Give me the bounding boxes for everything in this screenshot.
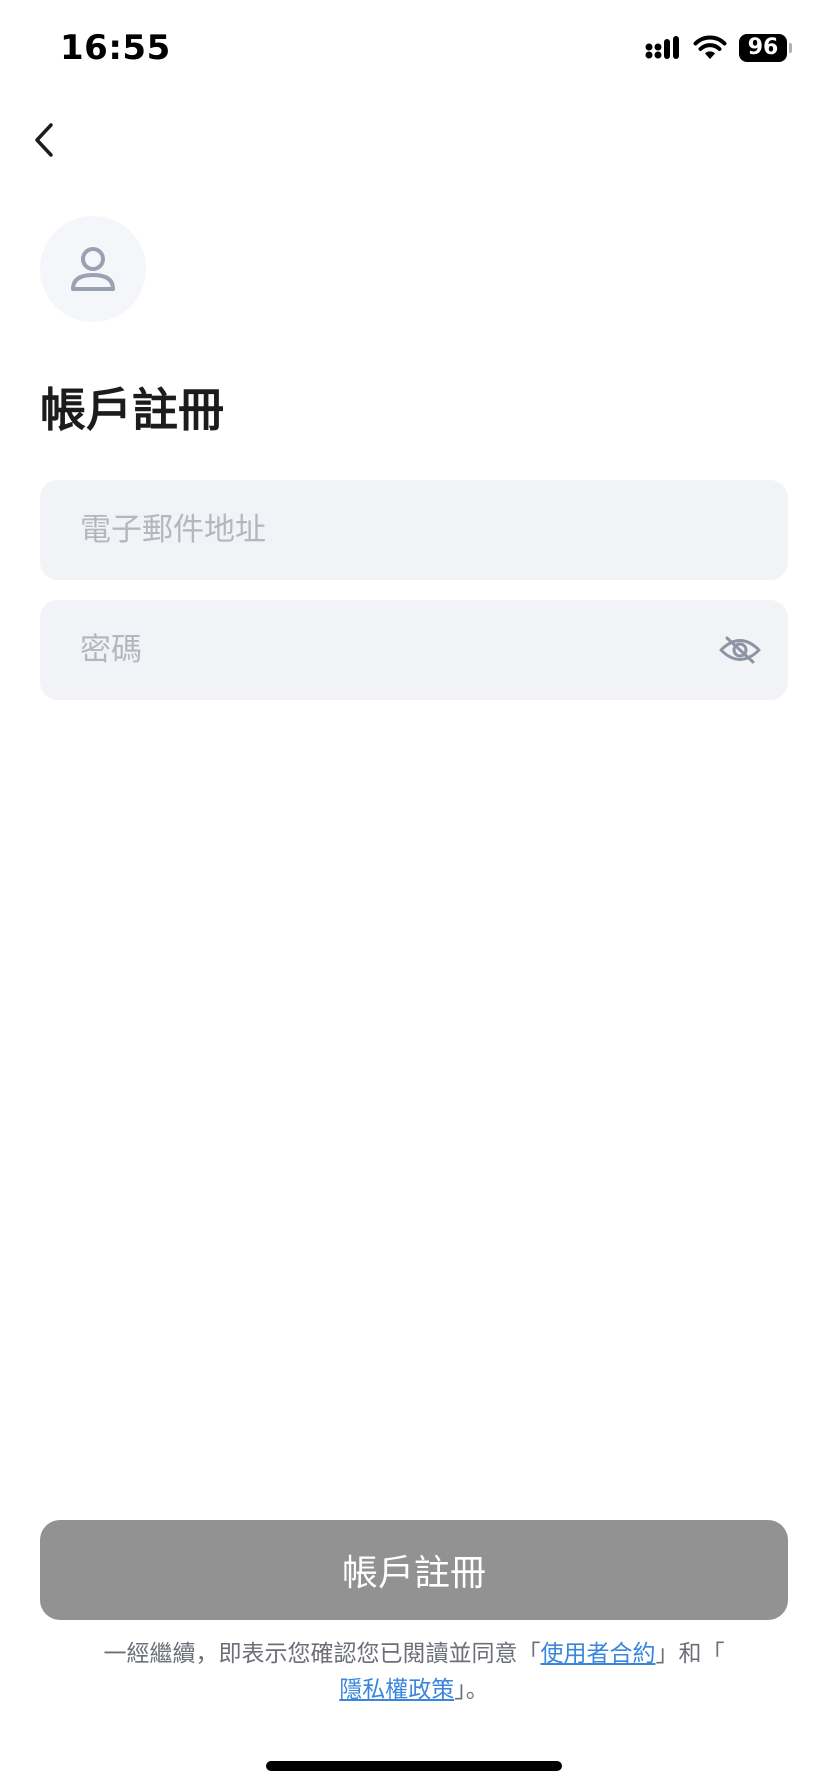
battery-tip [789, 43, 792, 53]
status-icons: 96 [645, 34, 792, 62]
email-field[interactable] [40, 480, 788, 580]
privacy-policy-link[interactable]: 隱私權政策 [339, 1677, 454, 1703]
terms-prefix: 一經繼續，即表示您確認您已閱讀並同意「 [103, 1641, 541, 1667]
terms-notice: 一經繼續，即表示您確認您已閱讀並同意「使用者合約」和「隱私權政策」。 [40, 1636, 788, 1708]
page-title: 帳戶註冊 [40, 383, 224, 437]
status-time: 16:55 [60, 28, 171, 68]
register-button[interactable]: 帳戶註冊 [40, 1520, 788, 1620]
email-field-container[interactable] [40, 480, 788, 580]
user-agreement-link[interactable]: 使用者合約 [541, 1641, 656, 1667]
signal-icon [645, 36, 679, 59]
terms-suffix: 」。 [454, 1677, 489, 1703]
password-field-container[interactable] [40, 600, 788, 700]
chevron-left-icon [35, 123, 53, 157]
battery-level: 96 [739, 34, 787, 62]
home-indicator [266, 1761, 562, 1771]
terms-middle: 」和「 [655, 1641, 725, 1667]
user-icon [71, 247, 115, 291]
battery-icon: 96 [739, 34, 792, 62]
status-bar: 16:55 96 [0, 0, 828, 100]
eye-slash-icon [719, 636, 761, 664]
back-button[interactable] [24, 116, 64, 164]
wifi-icon [693, 35, 727, 59]
avatar [40, 216, 146, 322]
password-field[interactable] [40, 600, 788, 700]
password-visibility-toggle[interactable] [718, 630, 762, 670]
